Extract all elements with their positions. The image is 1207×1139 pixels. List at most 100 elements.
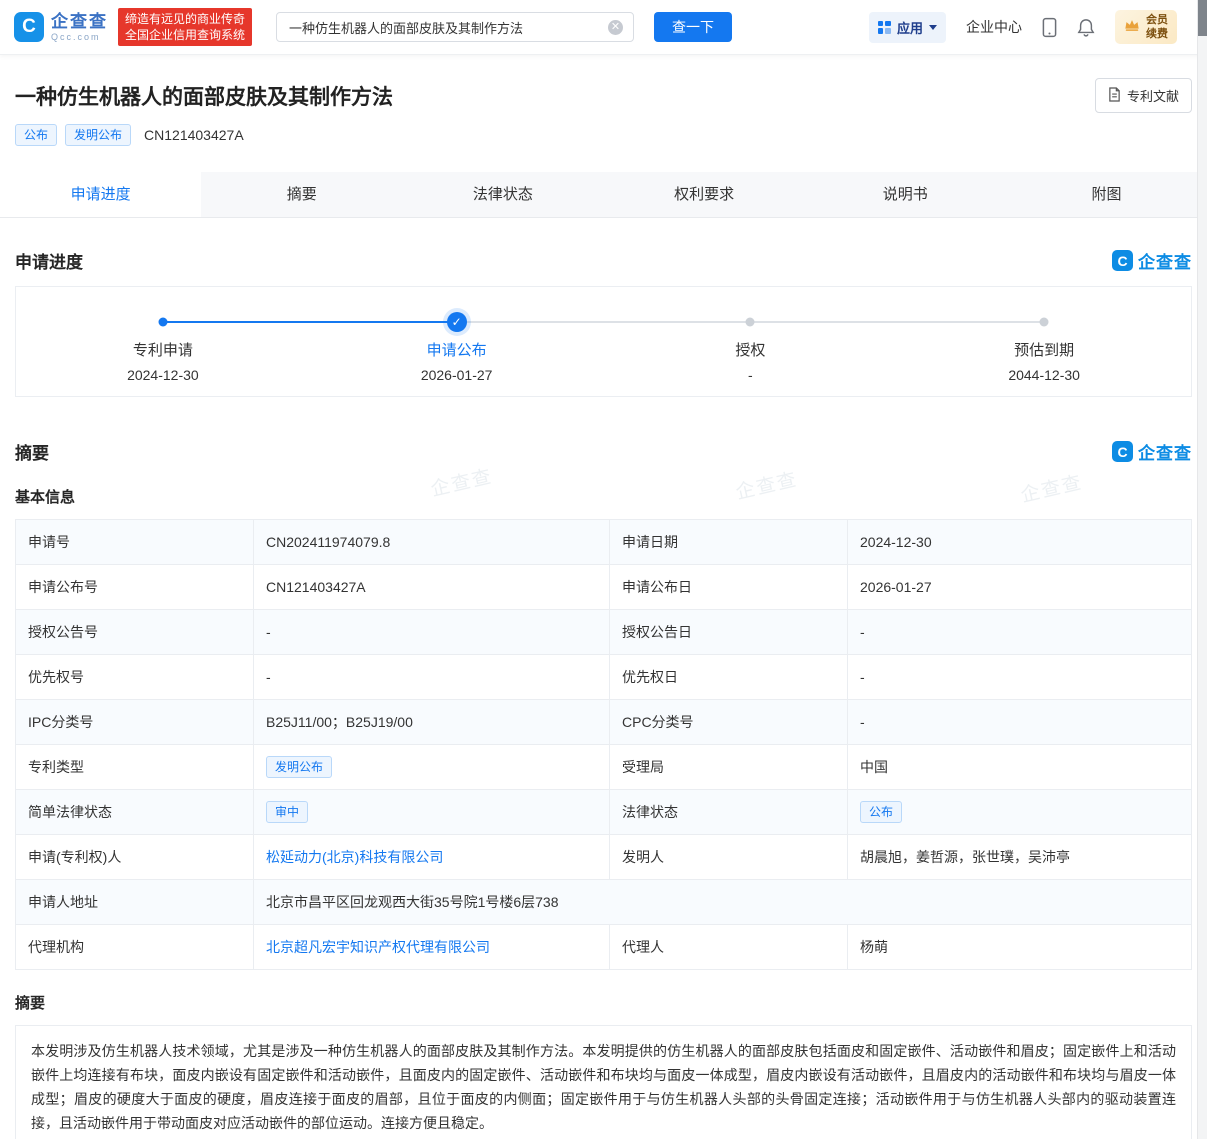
table-row: 简单法律状态 审中 法律状态 公布	[15, 789, 1192, 836]
abstract-title: 摘要	[15, 995, 46, 1013]
check-glyph: ✓	[451, 315, 462, 330]
publication-number-value: CN121403427A	[253, 564, 610, 611]
qcc-logo-icon: C	[14, 12, 44, 42]
applicant-label: 申请(专利权)人	[15, 834, 254, 881]
tab-application-progress[interactable]: 申请进度	[0, 172, 202, 218]
tab-drawings[interactable]: 附图	[1006, 172, 1207, 217]
detail-tabs: 申请进度 摘要 法律状态 权利要求 说明书 附图	[0, 172, 1207, 219]
main-content: 一种仿生机器人的面部皮肤及其制作方法 专利文献 公布 发明公布 CN121403…	[0, 78, 1207, 1139]
table-row: IPC分类号 B25J11/00；B25J19/00 CPC分类号 -	[15, 699, 1192, 746]
step-date: -	[748, 367, 753, 384]
publication-date-value: 2026-01-27	[847, 564, 1192, 611]
summary-section-header: 摘要 C 企查查	[15, 439, 1192, 464]
step-dot-pending-icon	[1039, 317, 1049, 327]
tab-legal-status[interactable]: 法律状态	[402, 172, 603, 217]
cpc-class-value: -	[847, 699, 1192, 746]
patent-number: CN121403427A	[144, 127, 244, 144]
legal-status-tag: 公布	[860, 801, 903, 824]
table-row: 申请号 CN202411974079.8 申请日期 2024-12-30	[15, 519, 1192, 566]
priority-date-value: -	[847, 654, 1192, 701]
legal-status-label: 法律状态	[609, 789, 848, 836]
tab-abstract[interactable]: 摘要	[201, 172, 402, 217]
mobile-app-icon[interactable]	[1042, 17, 1057, 38]
step-granted: 授权 -	[604, 287, 898, 396]
step-dot-pending-icon	[745, 317, 755, 327]
patent-meta-row: 公布 发明公布 CN121403427A	[15, 124, 1192, 147]
member-line-1: 会员	[1146, 13, 1168, 26]
step-date: 2024-12-30	[127, 367, 199, 384]
basic-info-table: 申请号 CN202411974079.8 申请日期 2024-12-30 申请公…	[15, 519, 1192, 971]
agency-label: 代理机构	[15, 924, 254, 971]
table-row: 优先权号 - 优先权日 -	[15, 654, 1192, 701]
tab-description[interactable]: 说明书	[805, 172, 1006, 217]
apps-label: 应用	[896, 20, 923, 36]
tab-claims[interactable]: 权利要求	[604, 172, 805, 217]
document-icon	[1108, 86, 1121, 105]
publish-status-badge: 公布	[15, 124, 58, 147]
simple-legal-status-cell: 审中	[253, 789, 610, 836]
patent-document-button[interactable]: 专利文献	[1094, 78, 1192, 113]
member-renew-label: 会员 续费	[1146, 13, 1168, 42]
scrollbar-thumb[interactable]	[1198, 0, 1207, 36]
ipc-class-value: B25J11/00；B25J19/00	[253, 699, 610, 746]
search-button[interactable]: 查一下	[654, 12, 733, 42]
qcc-mark-text: 企查查	[1138, 444, 1192, 464]
receiving-office-label: 受理局	[609, 744, 848, 791]
abstract-text: 本发明涉及仿生机器人技术领域，尤其是涉及一种仿生机器人的面部皮肤及其制作方法。本…	[15, 1025, 1192, 1139]
application-date-value: 2024-12-30	[847, 519, 1192, 566]
applicant-cell: 松延动力(北京)科技有限公司	[253, 834, 610, 881]
apps-grid-icon	[877, 20, 891, 34]
table-row: 代理机构 北京超凡宏宇知识产权代理有限公司 代理人 杨萌	[15, 924, 1192, 971]
qcc-watermark-logo: C 企查查	[1112, 439, 1192, 464]
notification-bell-icon[interactable]	[1077, 17, 1095, 38]
grant-number-label: 授权公告号	[15, 609, 254, 656]
logo-domain: Qcc.com	[51, 31, 101, 42]
simple-legal-status-label: 简单法律状态	[15, 789, 254, 836]
enterprise-center-link[interactable]: 企业中心	[966, 17, 1022, 37]
applicant-address-label: 申请人地址	[15, 879, 254, 926]
table-row: 申请公布号 CN121403427A 申请公布日 2026-01-27	[15, 564, 1192, 611]
page-title: 一种仿生机器人的面部皮肤及其制作方法	[15, 86, 393, 109]
patent-type-tag: 发明公布	[266, 756, 333, 779]
application-date-label: 申请日期	[609, 519, 848, 566]
grant-date-value: -	[847, 609, 1192, 656]
header-right-nav: 应用 企业中心 会员 续费	[868, 9, 1193, 45]
patent-type-badge: 发明公布	[65, 124, 132, 147]
check-icon: ✓	[446, 312, 467, 333]
priority-date-label: 优先权日	[609, 654, 848, 701]
member-renew-button[interactable]: 会员 续费	[1115, 9, 1177, 45]
applicant-link[interactable]: 松延动力(北京)科技有限公司	[266, 849, 443, 865]
publication-date-label: 申请公布日	[609, 564, 848, 611]
priority-number-value: -	[253, 654, 610, 701]
slogan-line-1: 缔造有远见的商业传奇	[125, 11, 246, 26]
basic-info-title: 基本信息	[15, 489, 76, 507]
step-estimated-expiry: 预估到期 2044-12-30	[897, 287, 1191, 396]
table-row: 申请人地址 北京市昌平区回龙观西大街35号院1号楼6层738	[15, 879, 1192, 926]
priority-number-label: 优先权号	[15, 654, 254, 701]
qcc-logo[interactable]: C 企查查 Qcc.com	[14, 12, 108, 42]
member-line-2: 续费	[1146, 28, 1168, 40]
application-progress-timeline: 专利申请 2024-12-30 ✓ 申请公布 2026-01-27 授权 - 预…	[15, 286, 1192, 398]
progress-section-header: 申请进度 C 企查查	[15, 248, 1192, 273]
qcc-mark-icon: C	[1112, 250, 1133, 272]
page-scrollbar[interactable]	[1197, 0, 1207, 1139]
agency-cell: 北京超凡宏宇知识产权代理有限公司	[253, 924, 610, 971]
chevron-down-icon	[929, 24, 937, 30]
step-date: 2026-01-27	[420, 367, 493, 384]
qcc-logo-text: 企查查 Qcc.com	[51, 13, 108, 42]
legal-status-cell: 公布	[847, 789, 1192, 836]
publication-number-label: 申请公布号	[15, 564, 254, 611]
qcc-watermark-logo: C 企查查	[1112, 248, 1192, 273]
brand-slogan: 缔造有远见的商业传奇 全国企业信用查询系统	[118, 7, 253, 47]
inventors-value: 胡晨旭，姜哲源，张世璞，吴沛亭	[847, 834, 1192, 881]
apps-menu[interactable]: 应用	[868, 11, 946, 43]
clear-search-icon[interactable]: ✕	[608, 19, 624, 35]
patent-type-label: 专利类型	[15, 744, 254, 791]
table-row: 申请(专利权)人 松延动力(北京)科技有限公司 发明人 胡晨旭，姜哲源，张世璞，…	[15, 834, 1192, 881]
agency-link[interactable]: 北京超凡宏宇知识产权代理有限公司	[266, 939, 490, 955]
search-input[interactable]	[287, 18, 603, 36]
inventors-label: 发明人	[609, 834, 848, 881]
application-number-label: 申请号	[15, 519, 254, 566]
agent-value: 杨萌	[847, 924, 1192, 971]
qcc-mark-icon: C	[1112, 441, 1133, 463]
